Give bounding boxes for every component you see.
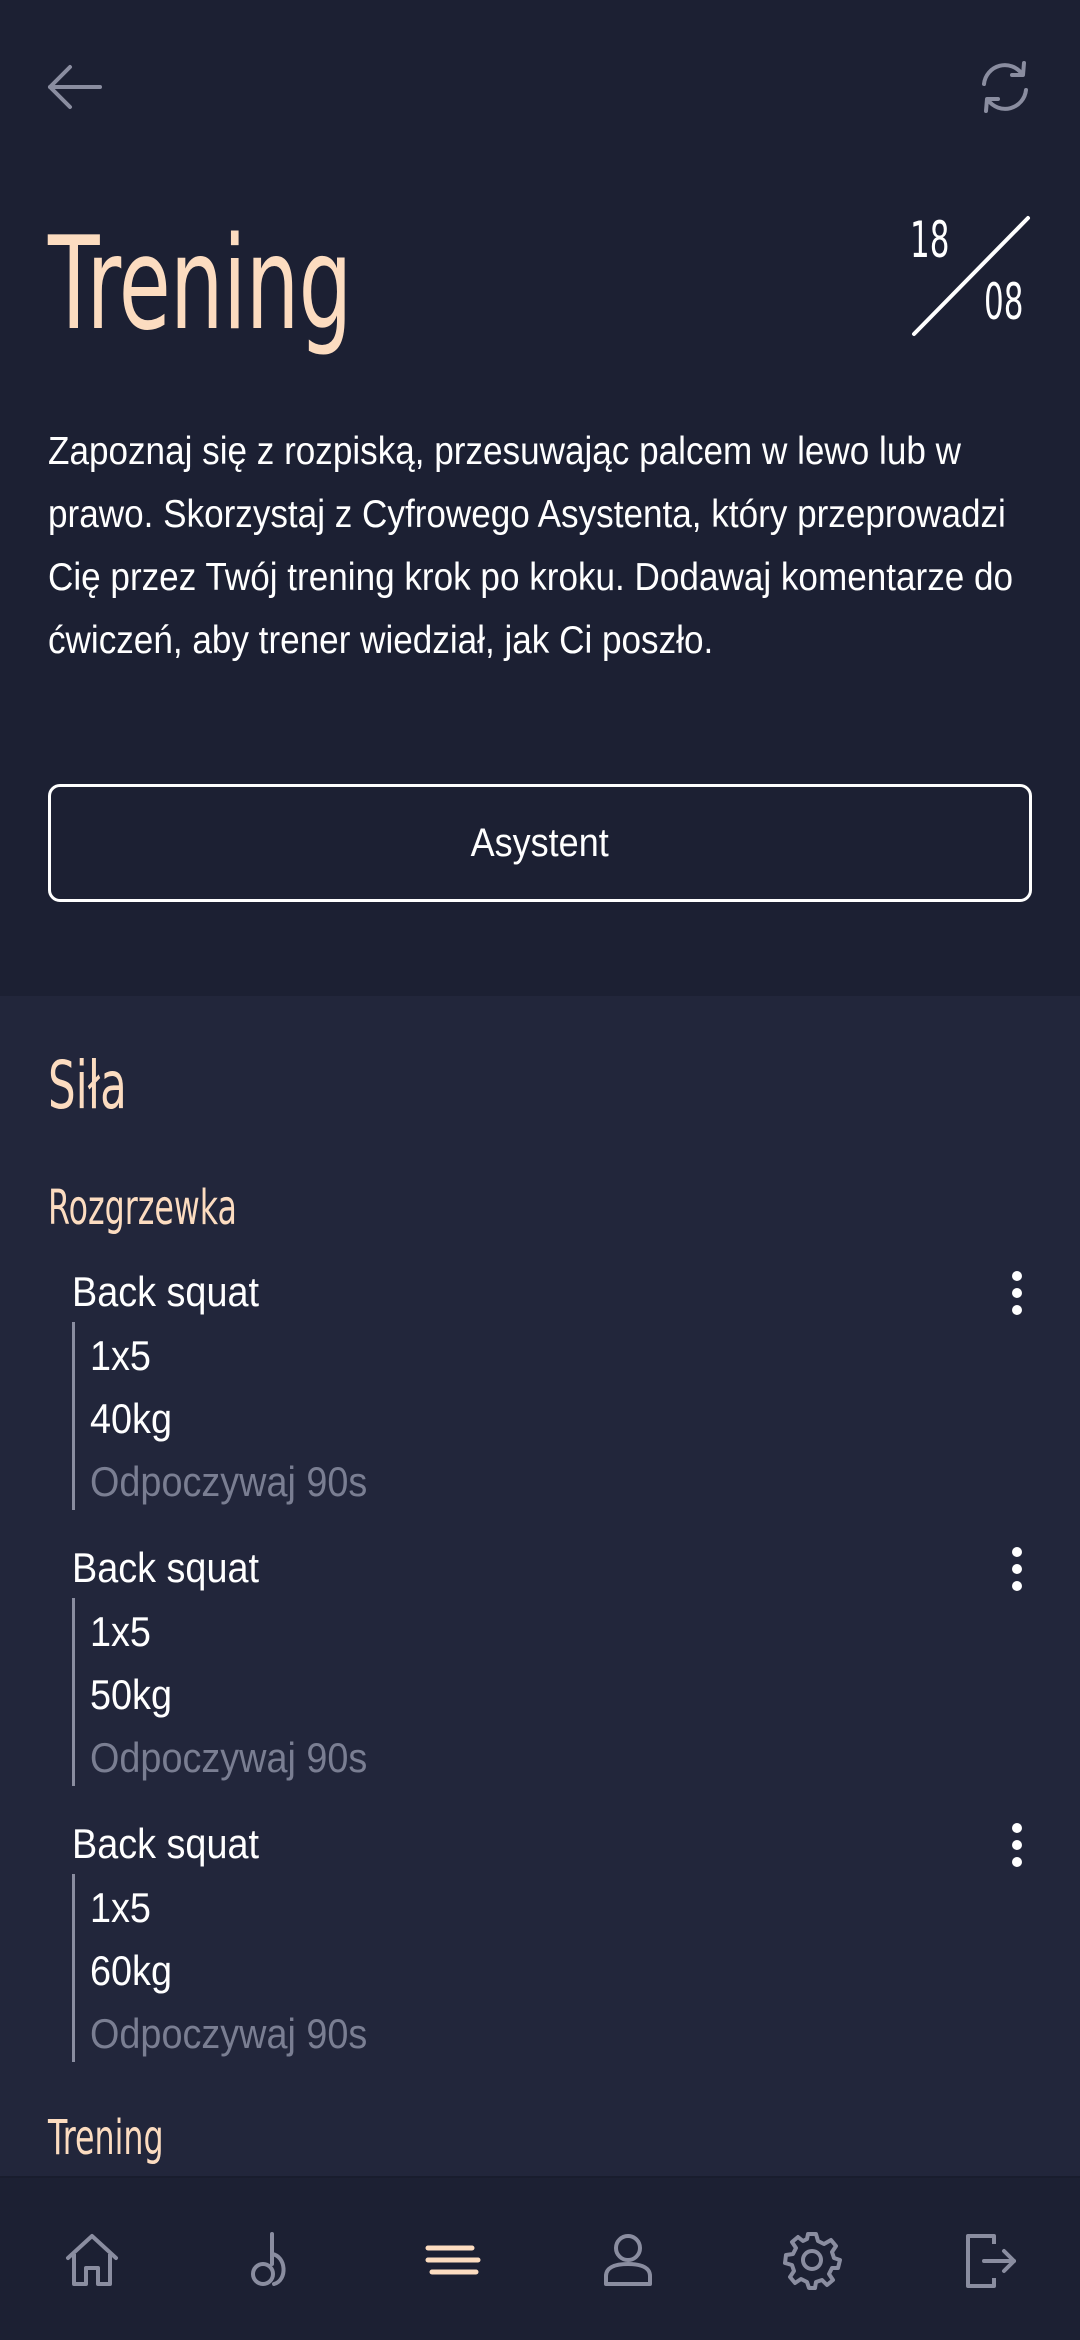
intro-text: Zapoznaj się z rozpiską, przesuwając pal…: [48, 430, 1014, 662]
exercise-rest: Odpoczywaj 90s: [90, 2010, 368, 2057]
back-arrow-icon[interactable]: [42, 54, 108, 120]
exercise-sets: 1x5: [90, 1884, 151, 1931]
bottom-navigation: [0, 2176, 1080, 2340]
kettlebell-icon[interactable]: [236, 2224, 308, 2296]
exercise-sets: 1x5: [90, 1608, 151, 1655]
exercise-weight: 60kg: [90, 1947, 172, 1994]
date-month: 08: [984, 273, 1024, 331]
header-section: Trening 18 08 Zapoznaj się z rozpiską, p…: [0, 0, 1080, 996]
exercise-rest: Odpoczywaj 90s: [90, 1458, 368, 1505]
exercise-divider: [72, 1598, 75, 1786]
section-title: Siła: [48, 1047, 127, 1124]
assistant-button[interactable]: Asystent: [48, 784, 1032, 902]
exercise-weight: 50kg: [90, 1671, 172, 1718]
more-vertical-icon[interactable]: [1002, 1270, 1032, 1316]
exercise-name: Back squat: [72, 1268, 260, 1315]
workout-screen: Trening 18 08 Zapoznaj się z rozpiską, p…: [0, 0, 1080, 2340]
training-title: Trening: [48, 2110, 164, 2166]
menu-lines-icon[interactable]: [416, 2224, 488, 2296]
warmup-title: Rozgrzewka: [48, 1180, 237, 1236]
exercise-item[interactable]: Back squat 1x5 60kg Odpoczywaj 90s: [72, 1814, 1032, 2074]
page-title: Trening: [48, 210, 352, 359]
assistant-button-label: Asystent: [470, 820, 610, 865]
date-badge: 18 08: [906, 212, 1034, 340]
date-day: 18: [910, 211, 950, 269]
more-vertical-icon[interactable]: [1002, 1546, 1032, 1592]
exercise-divider: [72, 1322, 75, 1510]
home-icon[interactable]: [56, 2224, 128, 2296]
exercise-name: Back squat: [72, 1544, 260, 1591]
refresh-icon[interactable]: [972, 54, 1038, 120]
exercise-name: Back squat: [72, 1820, 260, 1867]
more-vertical-icon[interactable]: [1002, 1822, 1032, 1868]
logout-icon[interactable]: [954, 2224, 1026, 2296]
exercise-sets: 1x5: [90, 1332, 151, 1379]
exercise-divider: [72, 1874, 75, 2062]
exercise-item[interactable]: Back squat 1x5 50kg Odpoczywaj 90s: [72, 1538, 1032, 1798]
exercise-item[interactable]: Back squat 1x5 40kg Odpoczywaj 90s: [72, 1262, 1032, 1522]
workout-section: Siła Rozgrzewka Back squat 1x5 40kg Odpo…: [0, 996, 1080, 2176]
exercise-weight: 40kg: [90, 1395, 172, 1442]
user-icon[interactable]: [592, 2224, 664, 2296]
gear-icon[interactable]: [776, 2224, 848, 2296]
exercise-rest: Odpoczywaj 90s: [90, 1734, 368, 1781]
